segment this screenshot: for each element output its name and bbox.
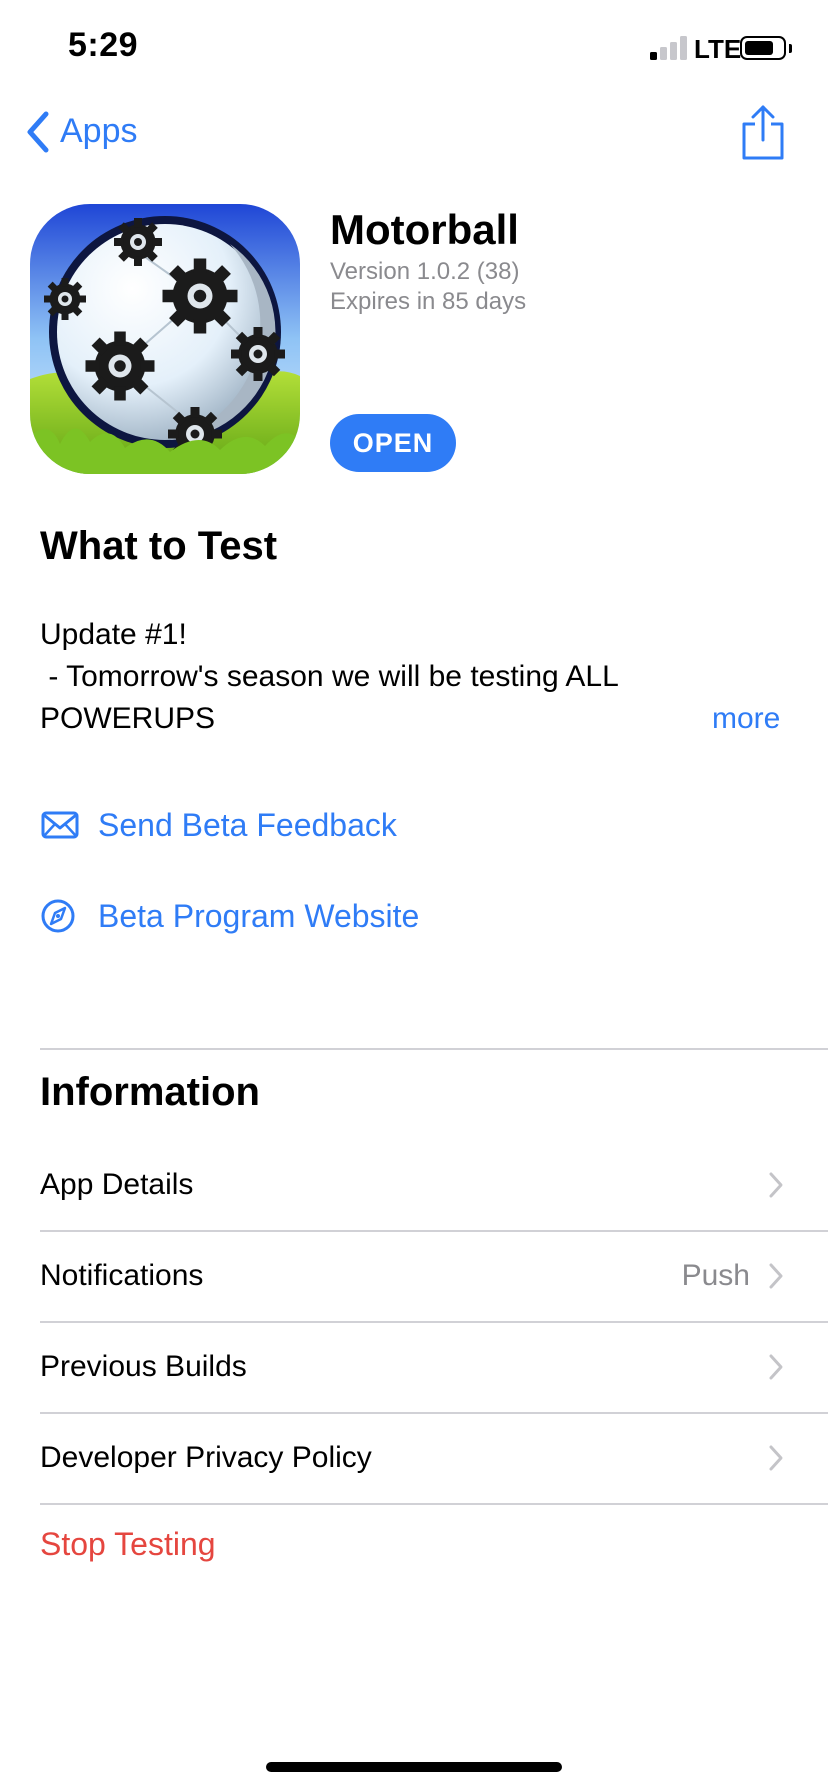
info-row-label: Previous Builds bbox=[40, 1350, 247, 1383]
share-icon[interactable] bbox=[740, 104, 786, 160]
section-divider bbox=[40, 1048, 828, 1050]
more-link[interactable]: more bbox=[712, 702, 780, 736]
info-row-label: Notifications bbox=[40, 1259, 204, 1292]
battery-icon bbox=[740, 36, 786, 60]
notifications-value: Push bbox=[681, 1259, 750, 1292]
compass-icon bbox=[41, 899, 75, 933]
beta-program-website-link[interactable]: Beta Program Website bbox=[40, 893, 419, 939]
app-expiry: Expires in 85 days bbox=[330, 288, 527, 315]
chevron-left-icon[interactable] bbox=[24, 110, 52, 154]
chevron-right-icon bbox=[769, 1172, 783, 1198]
battery-cap bbox=[789, 44, 792, 53]
chevron-right-icon bbox=[769, 1263, 783, 1289]
information-title: Information bbox=[40, 1070, 260, 1114]
send-beta-feedback-label: Send Beta Feedback bbox=[98, 806, 397, 843]
what-to-test-line: - Tomorrow's season we will be testing A… bbox=[40, 660, 619, 693]
info-row-previous-builds[interactable]: Previous Builds bbox=[40, 1322, 828, 1412]
info-row-app-details[interactable]: App Details bbox=[40, 1140, 828, 1230]
open-button[interactable]: OPEN bbox=[330, 414, 456, 472]
info-row-label: Developer Privacy Policy bbox=[40, 1441, 372, 1474]
app-version: Version 1.0.2 (38) bbox=[330, 258, 520, 285]
info-row-label: App Details bbox=[40, 1168, 194, 1201]
what-to-test-line: POWERUPS bbox=[40, 702, 216, 735]
beta-program-website-label: Beta Program Website bbox=[98, 897, 420, 934]
status-time: 5:29 bbox=[68, 26, 139, 64]
signal-strength-icon bbox=[650, 36, 690, 60]
back-button[interactable]: Apps bbox=[60, 112, 138, 151]
app-name: Motorball bbox=[330, 206, 519, 253]
what-to-test-line: Update #1! bbox=[40, 618, 187, 651]
app-icon bbox=[30, 204, 300, 474]
row-divider bbox=[40, 1503, 828, 1505]
chevron-right-icon bbox=[769, 1354, 783, 1380]
home-indicator[interactable] bbox=[266, 1762, 562, 1772]
what-to-test-title: What to Test bbox=[40, 524, 278, 568]
chevron-right-icon bbox=[769, 1445, 783, 1471]
info-row-notifications[interactable]: Notifications Push bbox=[40, 1231, 828, 1321]
stop-testing-button[interactable]: Stop Testing bbox=[40, 1526, 216, 1563]
info-row-developer-privacy-policy[interactable]: Developer Privacy Policy bbox=[40, 1413, 828, 1503]
envelope-icon bbox=[41, 811, 79, 839]
send-beta-feedback-link[interactable]: Send Beta Feedback bbox=[40, 802, 397, 848]
soccer-ball-app-icon bbox=[30, 204, 300, 474]
network-type: LTE bbox=[694, 34, 742, 64]
